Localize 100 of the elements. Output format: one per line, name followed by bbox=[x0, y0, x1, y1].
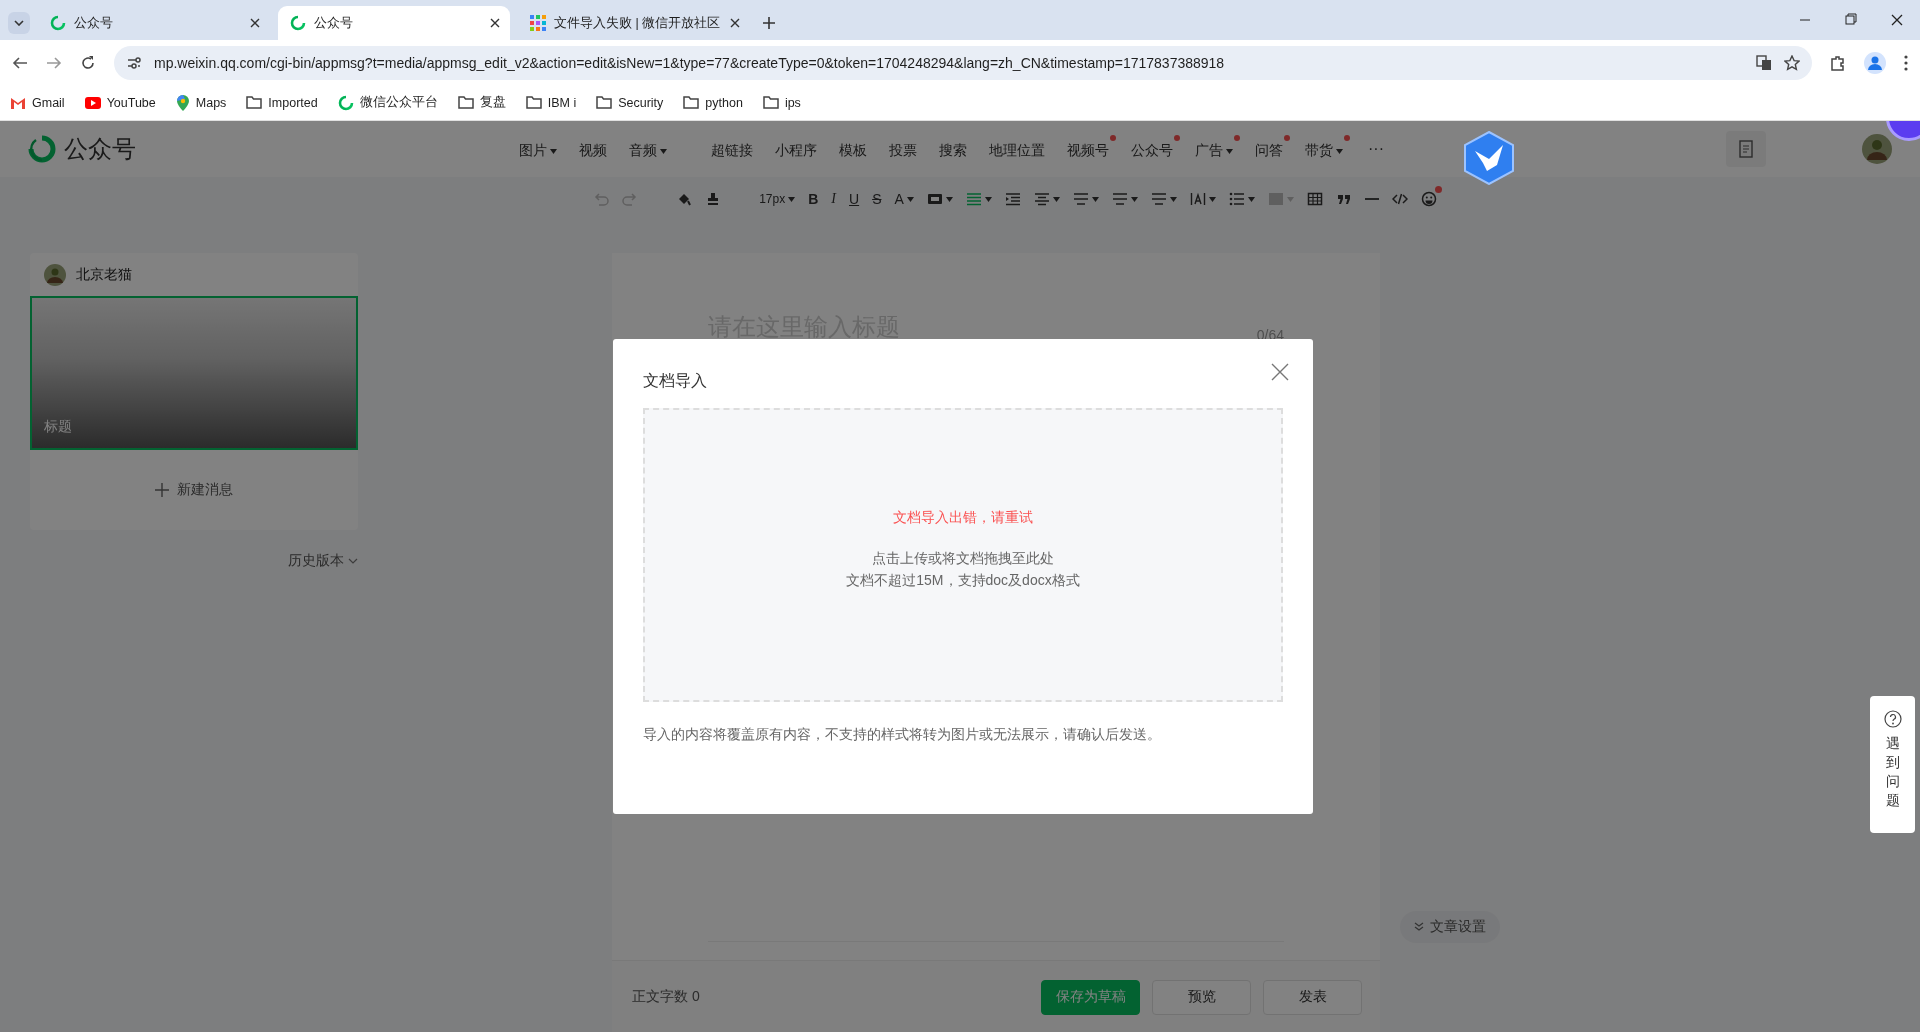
caret-icon bbox=[550, 148, 557, 154]
caret-icon bbox=[788, 196, 796, 202]
folder-icon bbox=[762, 96, 779, 109]
site-info-icon[interactable] bbox=[126, 54, 142, 71]
star-icon[interactable] bbox=[1784, 54, 1800, 71]
close-icon[interactable] bbox=[730, 18, 740, 28]
browser-tab[interactable]: 公众号 bbox=[38, 6, 270, 40]
help-icon bbox=[1883, 710, 1902, 728]
error-message: 文档导入出错，请重试 bbox=[893, 509, 1033, 527]
import-note: 导入的内容将覆盖原有内容，不支持的样式将转为图片或无法展示，请确认后发送。 bbox=[643, 726, 1162, 744]
upload-drop-zone[interactable]: 文档导入出错，请重试 点击上传或将文档拖拽至此处 文档不超过15M，支持doc及docx格式 bbox=[643, 408, 1283, 702]
folder-icon bbox=[596, 96, 613, 109]
menu-item[interactable]: 公众号 bbox=[1120, 134, 1184, 164]
bookmark[interactable]: 复盘 bbox=[457, 94, 506, 111]
history-link[interactable]: 历史版本 bbox=[288, 552, 358, 570]
line-spacing-icon bbox=[1150, 191, 1167, 207]
menu-item[interactable]: 广告 bbox=[1184, 134, 1244, 164]
bookmark[interactable]: YouTube bbox=[84, 95, 156, 110]
align-left-icon bbox=[965, 191, 982, 207]
strikethrough-button[interactable]: S bbox=[870, 189, 884, 209]
browser-tab[interactable]: 文件导入失败 | 微信开放社区 bbox=[518, 6, 750, 40]
notification-dot bbox=[1110, 135, 1116, 141]
word-count: 正文字数 0 bbox=[632, 988, 700, 1006]
caret-icon bbox=[1052, 196, 1060, 202]
caret-icon bbox=[1226, 148, 1233, 154]
translate-icon[interactable] bbox=[1756, 54, 1772, 71]
help-panel[interactable]: 遇到问题 bbox=[1870, 696, 1915, 833]
italic-button[interactable]: I bbox=[829, 189, 838, 209]
browser-tab[interactable]: 公众号 bbox=[278, 6, 510, 40]
horizontal-rule-icon bbox=[1364, 198, 1379, 200]
chevron-down-icon bbox=[348, 558, 358, 564]
forward-icon[interactable] bbox=[46, 54, 62, 71]
new-message-button[interactable]: 新建消息 bbox=[155, 481, 233, 499]
bookmark[interactable]: Gmail bbox=[10, 95, 65, 110]
redo-icon bbox=[622, 191, 639, 207]
bold-button[interactable]: B bbox=[806, 189, 821, 209]
font-color-button[interactable]: A bbox=[892, 189, 916, 209]
caret-icon bbox=[1286, 196, 1294, 202]
profile-icon[interactable] bbox=[1864, 51, 1886, 74]
extensions-icon[interactable] bbox=[1830, 54, 1846, 71]
menu-item[interactable]: 小程序 bbox=[764, 134, 828, 164]
indent-icon bbox=[1004, 191, 1021, 207]
block-icon bbox=[1267, 191, 1284, 207]
menu-item[interactable]: 问答 bbox=[1244, 134, 1294, 164]
folder-icon bbox=[683, 96, 700, 109]
menu-item[interactable]: 视频 bbox=[568, 134, 618, 164]
avatar-icon[interactable] bbox=[1862, 134, 1892, 164]
play-icon bbox=[84, 96, 101, 109]
menu-icon[interactable] bbox=[1904, 54, 1908, 71]
menu-item[interactable]: 带货 bbox=[1294, 134, 1354, 164]
menu-item[interactable]: 投票 bbox=[878, 134, 928, 164]
reload-icon[interactable] bbox=[80, 54, 96, 71]
undo-icon bbox=[593, 191, 610, 207]
back-icon[interactable] bbox=[12, 54, 28, 71]
help-label: 遇到问题 bbox=[1885, 734, 1900, 810]
bird-icon[interactable] bbox=[1463, 131, 1515, 185]
more-button[interactable]: ··· bbox=[1354, 140, 1398, 158]
close-icon[interactable] bbox=[250, 18, 260, 28]
caret-icon bbox=[660, 148, 667, 154]
caret-icon bbox=[1091, 196, 1099, 202]
menu-item[interactable]: 地理位置 bbox=[978, 134, 1056, 164]
tab-list-button[interactable] bbox=[8, 12, 30, 34]
table-icon bbox=[1306, 191, 1323, 207]
font-size-select[interactable]: 17px bbox=[757, 190, 798, 208]
article-settings-button[interactable]: 文章设置 bbox=[1400, 911, 1500, 943]
article-cover[interactable]: 标题 bbox=[30, 296, 358, 450]
underline-button[interactable]: U bbox=[847, 189, 862, 209]
menu-item[interactable]: 超链接 bbox=[700, 134, 764, 164]
folder-icon bbox=[525, 96, 542, 109]
menu-item[interactable]: 搜索 bbox=[928, 134, 978, 164]
caret-icon bbox=[1169, 196, 1177, 202]
highlight-icon bbox=[926, 191, 943, 207]
menu-item[interactable]: 模板 bbox=[828, 134, 878, 164]
bookmark[interactable]: ips bbox=[762, 95, 801, 110]
notification-dot bbox=[1174, 135, 1180, 141]
wechat-icon bbox=[290, 15, 306, 31]
menu-item[interactable]: 音频 bbox=[618, 134, 678, 164]
chevron-down-icon bbox=[14, 20, 24, 26]
footer-button[interactable]: 发表 bbox=[1263, 979, 1362, 1015]
wechat-icon bbox=[337, 94, 354, 111]
plus-icon[interactable] bbox=[762, 16, 776, 30]
account-name: 北京老猫 bbox=[76, 265, 132, 284]
caret-icon bbox=[945, 196, 953, 202]
document-button[interactable] bbox=[1726, 131, 1766, 167]
footer-button[interactable]: 预览 bbox=[1152, 979, 1251, 1015]
bookmark[interactable]: 微信公众平台 bbox=[337, 94, 438, 111]
bookmark[interactable]: Imported bbox=[246, 95, 318, 110]
code-icon bbox=[1391, 191, 1408, 207]
address-bar[interactable]: mp.weixin.qq.com/cgi-bin/appmsg?t=media/appmsg_edit_v2&action=edit&isNew=1&type=77&createType=0&token=1704248294&lang=zh_CN&timestamp=1717837388918 bbox=[114, 45, 1812, 80]
horizontal-rule-button[interactable] bbox=[1362, 196, 1381, 202]
bookmark[interactable]: Maps bbox=[175, 94, 227, 111]
logo-icon bbox=[28, 135, 56, 163]
bookmark[interactable]: python bbox=[683, 95, 743, 110]
bookmark[interactable]: IBM i bbox=[525, 95, 577, 110]
caret-icon bbox=[906, 196, 914, 202]
close-icon[interactable] bbox=[490, 18, 500, 28]
menu-item[interactable]: 视频号 bbox=[1056, 134, 1120, 164]
cover-title-placeholder: 标题 bbox=[44, 418, 72, 436]
menu-item[interactable]: 图片 bbox=[508, 134, 568, 164]
bookmark[interactable]: Security bbox=[596, 95, 664, 110]
